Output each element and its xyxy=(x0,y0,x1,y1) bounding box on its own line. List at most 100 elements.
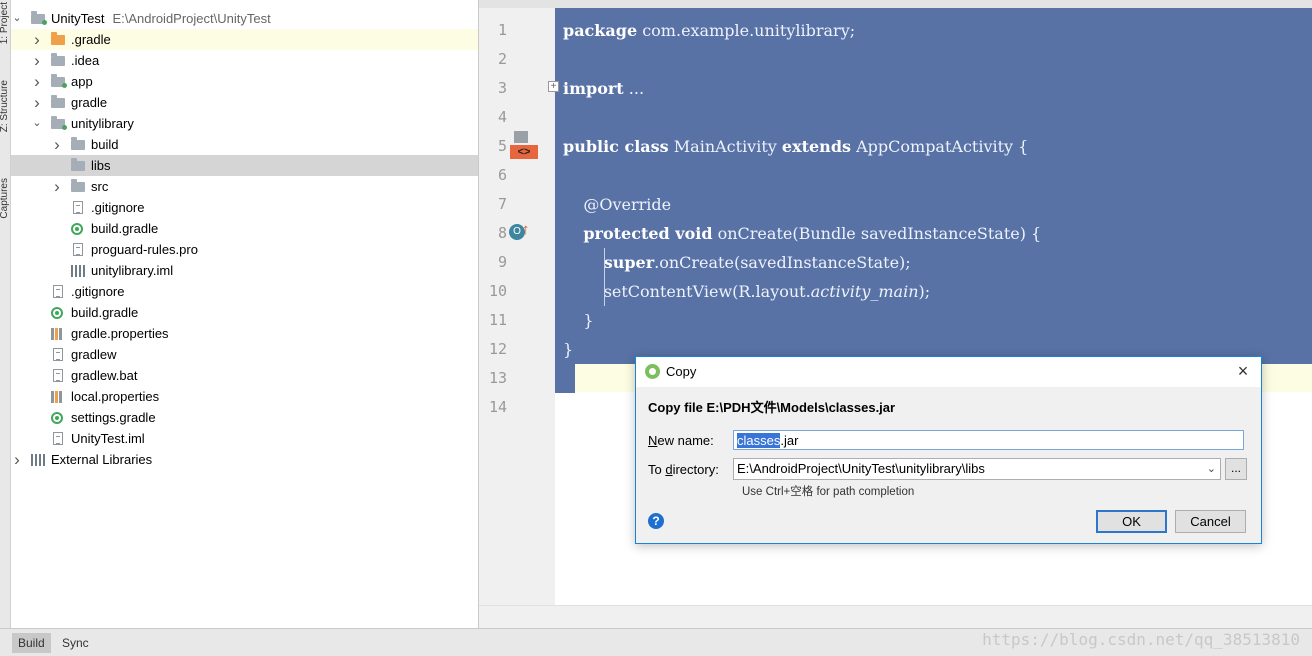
chevron-right-icon[interactable]: › xyxy=(51,134,63,155)
file-icon xyxy=(53,348,63,361)
line-number: 1 xyxy=(497,21,507,39)
tree-item[interactable]: local.properties xyxy=(11,386,478,407)
tree-item[interactable]: › gradle xyxy=(11,92,478,113)
chevron-down-icon[interactable]: ⌄ xyxy=(11,8,23,29)
editor-bottom-area xyxy=(479,605,1312,629)
code-token: ); xyxy=(918,282,931,301)
tree-item-label: unitylibrary xyxy=(71,116,134,131)
tree-item[interactable]: build.gradle xyxy=(11,218,478,239)
tree-item-label: External Libraries xyxy=(51,452,153,467)
code-token: } xyxy=(563,340,574,359)
new-name-input[interactable]: classes.jar xyxy=(733,430,1244,450)
chevron-right-icon[interactable]: › xyxy=(31,29,43,50)
chevron-right-icon[interactable]: › xyxy=(31,92,43,113)
fold-marker-import[interactable]: + xyxy=(548,81,559,92)
android-studio-icon xyxy=(645,364,660,379)
code-line: setContentView(R.layout.activity_main); xyxy=(563,277,930,306)
tree-item-label: unitylibrary.iml xyxy=(91,263,174,278)
tree-item-label: build.gradle xyxy=(91,221,159,236)
line-number: 7 xyxy=(497,195,507,213)
tree-item[interactable]: › External Libraries xyxy=(11,449,478,470)
code-token: activity_main xyxy=(810,282,919,301)
tree-item-label: .gitignore xyxy=(71,284,125,299)
tree-item[interactable]: › .idea xyxy=(11,50,478,71)
code-line: import ... xyxy=(563,74,644,103)
watermark-text: https://blog.csdn.net/qq_38513810 xyxy=(982,630,1300,649)
chevron-down-icon[interactable]: ⌄ xyxy=(1207,459,1216,479)
library-icon xyxy=(31,454,45,466)
line-number: 13 xyxy=(488,369,507,387)
tree-item-label: src xyxy=(91,179,109,194)
folder-icon xyxy=(51,32,65,45)
tree-item[interactable]: ⌄ unitylibrary xyxy=(11,113,478,134)
close-icon[interactable]: × xyxy=(1233,361,1253,381)
gradle-icon xyxy=(71,223,83,235)
layout-file-icon[interactable]: <> xyxy=(510,131,538,159)
folder-icon xyxy=(71,158,85,171)
code-line: super.onCreate(savedInstanceState); xyxy=(563,248,911,277)
project-path: E:\AndroidProject\UnityTest xyxy=(112,11,271,26)
tool-tab-structure[interactable]: Z: Structure xyxy=(0,80,11,132)
code-token: com.example.unitylibrary; xyxy=(637,21,856,40)
file-icon xyxy=(53,285,63,298)
tree-item[interactable]: proguard-rules.pro xyxy=(11,239,478,260)
left-tool-strip: 1: Project Z: Structure Captures xyxy=(0,0,11,628)
tree-item-label: settings.gradle xyxy=(71,410,156,425)
tab-build[interactable]: Build xyxy=(12,633,51,653)
code-token: super xyxy=(603,253,655,272)
tree-item[interactable]: UnityTest.iml xyxy=(11,428,478,449)
tree-item[interactable]: .gitignore xyxy=(11,281,478,302)
code-token: extends xyxy=(781,137,852,156)
code-token: } xyxy=(563,311,594,330)
tree-item[interactable]: › build xyxy=(11,134,478,155)
tree-item[interactable]: › .gradle xyxy=(11,29,478,50)
tree-item[interactable]: build.gradle xyxy=(11,302,478,323)
code-token: onCreate(Bundle savedInstanceState) { xyxy=(712,224,1042,243)
tree-item[interactable]: libs xyxy=(11,155,478,176)
tree-item-label: gradle xyxy=(71,95,108,110)
tool-tab-project[interactable]: 1: Project xyxy=(0,2,11,44)
gradle-icon xyxy=(51,412,63,424)
code-token: @Override xyxy=(563,195,672,214)
chevron-right-icon[interactable]: › xyxy=(51,176,63,197)
code-line: protected void onCreate(Bundle savedInst… xyxy=(563,219,1041,248)
tree-item[interactable]: unitylibrary.iml xyxy=(11,260,478,281)
tree-item-label: gradle.properties xyxy=(71,326,169,341)
ok-button[interactable]: OK xyxy=(1096,510,1167,533)
selection-highlight xyxy=(555,8,1312,364)
properties-icon xyxy=(51,391,63,403)
tree-item[interactable]: gradlew xyxy=(11,344,478,365)
line-number: 11 xyxy=(488,311,507,329)
tree-item[interactable]: › src xyxy=(11,176,478,197)
code-token: package xyxy=(563,21,638,40)
code-line: } xyxy=(563,306,594,335)
file-icon xyxy=(53,432,63,445)
chevron-down-icon[interactable]: ⌄ xyxy=(31,113,43,134)
to-directory-value: E:\AndroidProject\UnityTest\unitylibrary… xyxy=(737,461,985,476)
tree-item[interactable]: gradlew.bat xyxy=(11,365,478,386)
tree-item[interactable]: ⌄ UnityTest E:\AndroidProject\UnityTest xyxy=(11,8,478,29)
tab-sync[interactable]: Sync xyxy=(56,633,95,653)
to-directory-combo[interactable]: E:\AndroidProject\UnityTest\unitylibrary… xyxy=(733,458,1221,480)
module-folder-icon xyxy=(31,11,47,25)
code-token: protected void xyxy=(583,224,713,243)
code-line: package com.example.unitylibrary; xyxy=(563,16,855,45)
copy-dialog: Copy × Copy file E:\PDH文件\Models\classes… xyxy=(635,356,1262,544)
chevron-right-icon[interactable]: › xyxy=(11,449,23,470)
chevron-right-icon[interactable]: › xyxy=(31,50,43,71)
browse-button[interactable]: ... xyxy=(1225,458,1247,480)
tree-item[interactable]: gradle.properties xyxy=(11,323,478,344)
tree-item[interactable]: › app xyxy=(11,71,478,92)
help-icon[interactable]: ? xyxy=(648,513,664,529)
tool-tab-captures[interactable]: Captures xyxy=(0,178,11,219)
selection-highlight xyxy=(555,364,575,393)
chevron-right-icon[interactable]: › xyxy=(31,71,43,92)
tree-item-label: .gradle xyxy=(71,32,111,47)
tree-item[interactable]: settings.gradle xyxy=(11,407,478,428)
to-directory-label: To directory: xyxy=(648,462,719,477)
tree-item[interactable]: .gitignore xyxy=(11,197,478,218)
tree-item-label: .idea xyxy=(71,53,100,68)
cancel-button[interactable]: Cancel xyxy=(1175,510,1246,533)
